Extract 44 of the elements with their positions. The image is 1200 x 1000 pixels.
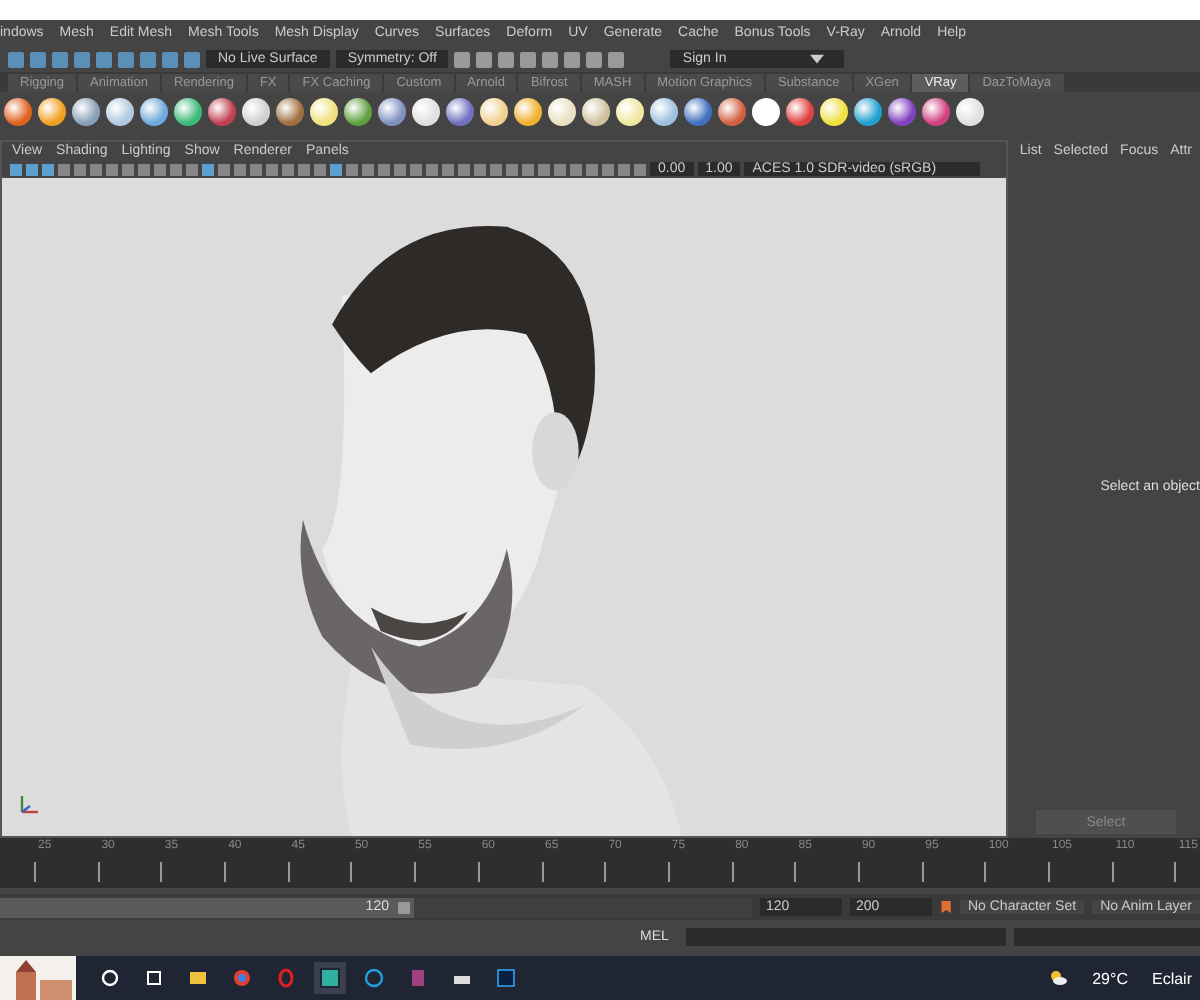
- shelf-icon[interactable]: [72, 98, 100, 126]
- search-icon[interactable]: [100, 968, 120, 988]
- shelf-icon[interactable]: [480, 98, 508, 126]
- shelf-icon[interactable]: [38, 98, 66, 126]
- task-view-icon[interactable]: [144, 968, 164, 988]
- axis-icon: [18, 792, 42, 816]
- caret-icon[interactable]: [810, 54, 825, 64]
- weather-label: Eclair: [1151, 969, 1192, 987]
- shelf-icon[interactable]: [4, 98, 32, 126]
- shelf-icon[interactable]: [582, 98, 610, 126]
- shelf-icon[interactable]: [276, 98, 304, 126]
- bookmark-icon[interactable]: [939, 898, 952, 916]
- shelf-icon[interactable]: [106, 98, 134, 126]
- shelf-icon[interactable]: [446, 98, 474, 126]
- browser-icon[interactable]: [232, 968, 252, 988]
- temperature-label: 29°C: [1092, 969, 1128, 987]
- shelf-icon[interactable]: [820, 98, 848, 126]
- shelf-icon[interactable]: [548, 98, 576, 126]
- shelf-icon[interactable]: [684, 98, 712, 126]
- shelf-icon[interactable]: [174, 98, 202, 126]
- shelf-icon[interactable]: [718, 98, 746, 126]
- shelf-icon[interactable]: [922, 98, 950, 126]
- shelf-icon[interactable]: [140, 98, 168, 126]
- browser-icon[interactable]: [276, 968, 296, 988]
- shelf-icon[interactable]: [616, 98, 644, 126]
- weather-icon: [1048, 968, 1069, 988]
- folder-icon[interactable]: [188, 968, 208, 988]
- shelf-icon[interactable]: [956, 98, 984, 126]
- command-field[interactable]: [686, 927, 1007, 945]
- shelf-icon[interactable]: [344, 98, 372, 126]
- shelf-icon[interactable]: [786, 98, 814, 126]
- app-icon[interactable]: [364, 968, 384, 988]
- shelf-icon[interactable]: [888, 98, 916, 126]
- shelf-icon[interactable]: [378, 98, 406, 126]
- shelf-icon[interactable]: [412, 98, 440, 126]
- shelf-icon[interactable]: [650, 98, 678, 126]
- shelf-icon[interactable]: [854, 98, 882, 126]
- shelf-icon[interactable]: [310, 98, 338, 126]
- shelf-icon[interactable]: [514, 98, 542, 126]
- shelf-icon[interactable]: [752, 98, 780, 126]
- app-icon[interactable]: [496, 968, 516, 988]
- app-icon[interactable]: [320, 968, 340, 988]
- shelf-icon[interactable]: [242, 98, 270, 126]
- shelf-icon[interactable]: [208, 98, 236, 126]
